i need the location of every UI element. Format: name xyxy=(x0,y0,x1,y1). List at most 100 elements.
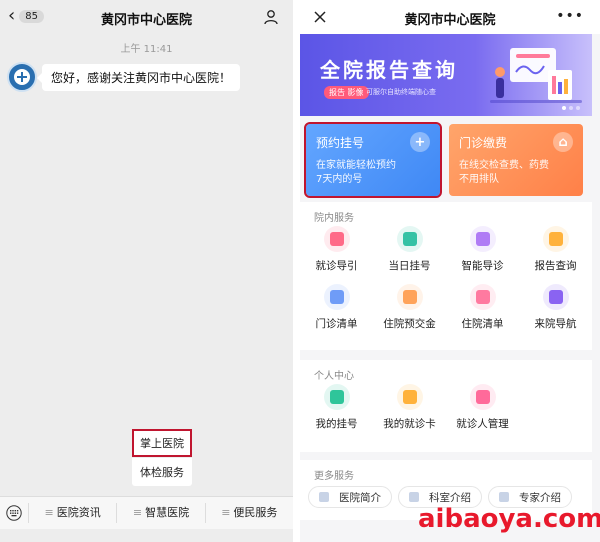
service-glyph-icon xyxy=(402,290,417,304)
chat-title: 黄冈市中心医院 xyxy=(100,13,192,28)
hospital-service-item[interactable]: 就诊导引 xyxy=(300,226,373,284)
card-desc-line: 不用排队 xyxy=(459,174,499,185)
service-icon xyxy=(469,284,496,310)
hospital-service-label: 来院导航 xyxy=(534,318,577,330)
personal-center-label: 我的就诊卡 xyxy=(383,418,436,430)
appointment-card[interactable]: 预约挂号 在家就能轻松预约 7天内的号 + xyxy=(304,122,442,198)
plus-icon: + xyxy=(410,132,430,152)
chat-header: ‹ 85 黄冈市中心医院 xyxy=(0,0,293,34)
page-dot xyxy=(569,106,573,110)
service-glyph-icon xyxy=(475,290,490,304)
hospital-service-item[interactable]: 报告查询 xyxy=(519,226,592,284)
section-title: 更多服务 xyxy=(314,471,354,482)
app-title: 黄冈市中心医院 xyxy=(404,13,496,28)
more-service-label: 专家介绍 xyxy=(519,491,561,504)
menu-dots-icon: ≡ xyxy=(132,506,143,519)
page-dot xyxy=(576,106,580,110)
more-icon[interactable]: ••• xyxy=(556,9,584,23)
menu-button-convenience[interactable]: ≡ 便民服务 xyxy=(204,503,293,523)
service-icon xyxy=(396,226,423,252)
hospital-service-label: 智能导诊 xyxy=(461,260,504,272)
document-icon xyxy=(319,492,329,502)
hospital-service-label: 住院预交金 xyxy=(383,318,436,330)
menu-label: 便民服务 xyxy=(233,506,278,519)
keyboard-icon[interactable] xyxy=(6,505,22,521)
message-bubble: 您好，感谢关注黄冈市中心医院！ xyxy=(36,64,241,91)
service-glyph-icon xyxy=(475,232,490,246)
service-glyph-icon xyxy=(402,390,417,404)
hospital-service-item[interactable]: 当日挂号 xyxy=(373,226,446,284)
card-desc: 在线交检查费、药费 不用排队 xyxy=(459,159,573,187)
home-icon: ⌂ xyxy=(553,132,573,152)
hospital-service-label: 住院清单 xyxy=(461,318,504,330)
hospital-avatar[interactable] xyxy=(7,62,37,92)
card-desc-line: 7天内的号 xyxy=(316,174,363,185)
report-banner[interactable]: 全院报告查询 报告 影像 可服尔自助终端随心查 xyxy=(300,34,592,116)
service-icon xyxy=(469,384,496,410)
person-icon[interactable] xyxy=(263,9,279,25)
document-icon xyxy=(409,492,419,502)
menu-button-smart-hospital[interactable]: ≡ 智慧医院 xyxy=(116,503,204,523)
banner-tag: 报告 影像 xyxy=(324,86,369,99)
menu-dots-icon: ≡ xyxy=(221,506,231,519)
service-glyph-icon xyxy=(548,290,563,304)
banner-title: 全院报告查询 xyxy=(320,58,458,82)
document-icon xyxy=(499,492,509,502)
service-icon xyxy=(542,226,569,252)
service-glyph-icon xyxy=(329,232,344,246)
medical-cross-icon xyxy=(14,69,30,85)
message-timestamp: 上午 11:41 xyxy=(120,44,173,55)
service-glyph-icon xyxy=(329,390,344,404)
chat-menu-bar: ≡ 医院资讯 ≡ 智慧医院 ≡ 便民服务 xyxy=(0,496,293,529)
service-icon xyxy=(323,284,350,310)
payment-card[interactable]: 门诊缴费 在线交检查费、药费 不用排队 ⌂ xyxy=(449,124,583,196)
submenu-item-mobile-hospital[interactable]: 掌上医院 xyxy=(132,429,192,457)
hospital-service-item[interactable]: 门诊清单 xyxy=(300,284,373,342)
hospital-service-item[interactable]: 来院导航 xyxy=(519,284,592,342)
personal-center-label: 就诊人管理 xyxy=(456,418,509,430)
service-icon xyxy=(323,384,350,410)
hospital-service-label: 报告查询 xyxy=(534,260,577,272)
app-panel: 黄冈市中心医院 ••• 全院报告查询 报告 影像 可服尔自助终端随心查 预约挂号… xyxy=(300,0,600,542)
chat-panel: ‹ 85 黄冈市中心医院 上午 11:41 您好，感谢关注黄冈市中心医院！ 掌上… xyxy=(0,0,293,542)
hospital-service-item[interactable]: 住院预交金 xyxy=(373,284,446,342)
card-desc-line: 在线交检查费、药费 xyxy=(459,160,549,171)
hospital-service-label: 门诊清单 xyxy=(315,318,358,330)
submenu-popup: 掌上医院 体检服务 xyxy=(132,429,192,486)
personal-center-label: 我的挂号 xyxy=(315,418,358,430)
hospital-service-label: 就诊导引 xyxy=(315,260,358,272)
hospital-services-section: 院内服务 就诊导引 当日挂号 智能导诊 报告查询门诊清单 住院预交金 住院清单 来院导航 xyxy=(300,202,592,350)
menu-label: 医院资讯 xyxy=(56,506,101,519)
hospital-service-item[interactable]: 住院清单 xyxy=(446,284,519,342)
more-service-label: 医院简介 xyxy=(339,491,381,504)
card-desc: 在家就能轻松预约 7天内的号 xyxy=(316,159,430,187)
personal-center-section: 个人中心 我的挂号 我的就诊卡 就诊人管理 xyxy=(300,360,592,452)
service-glyph-icon xyxy=(548,232,563,246)
personal-center-item[interactable]: 我的挂号 xyxy=(300,384,373,444)
service-icon xyxy=(396,284,423,310)
more-service-pill[interactable]: 医院简介 xyxy=(308,486,392,508)
banner-pagination xyxy=(562,106,580,110)
service-icon xyxy=(396,384,423,410)
section-title: 个人中心 xyxy=(314,371,354,382)
service-icon xyxy=(542,284,569,310)
hospital-service-item[interactable]: 智能导诊 xyxy=(446,226,519,284)
menu-dots-icon: ≡ xyxy=(44,506,54,519)
screenshot-root: ‹ 85 黄冈市中心医院 上午 11:41 您好，感谢关注黄冈市中心医院！ 掌上… xyxy=(0,0,600,542)
personal-center-item[interactable]: 就诊人管理 xyxy=(446,384,519,444)
service-icon xyxy=(323,226,350,252)
personal-grid: 我的挂号 我的就诊卡 就诊人管理 xyxy=(300,384,592,444)
card-desc-line: 在家就能轻松预约 xyxy=(316,160,396,171)
personal-center-item[interactable]: 我的就诊卡 xyxy=(373,384,446,444)
services-grid: 就诊导引 当日挂号 智能导诊 报告查询门诊清单 住院预交金 住院清单 来院导航 xyxy=(300,226,592,342)
section-title: 院内服务 xyxy=(314,213,354,224)
service-glyph-icon xyxy=(402,232,417,246)
service-glyph-icon xyxy=(475,390,490,404)
service-icon xyxy=(469,226,496,252)
service-glyph-icon xyxy=(329,290,344,304)
banner-subtitle: 可服尔自助终端随心查 xyxy=(366,88,436,96)
menu-button-hospital-news[interactable]: ≡ 医院资讯 xyxy=(28,503,116,523)
more-service-label: 科室介绍 xyxy=(429,491,471,504)
watermark-text: aibaoya.com xyxy=(418,504,600,534)
submenu-item-checkup[interactable]: 体检服务 xyxy=(132,458,192,486)
